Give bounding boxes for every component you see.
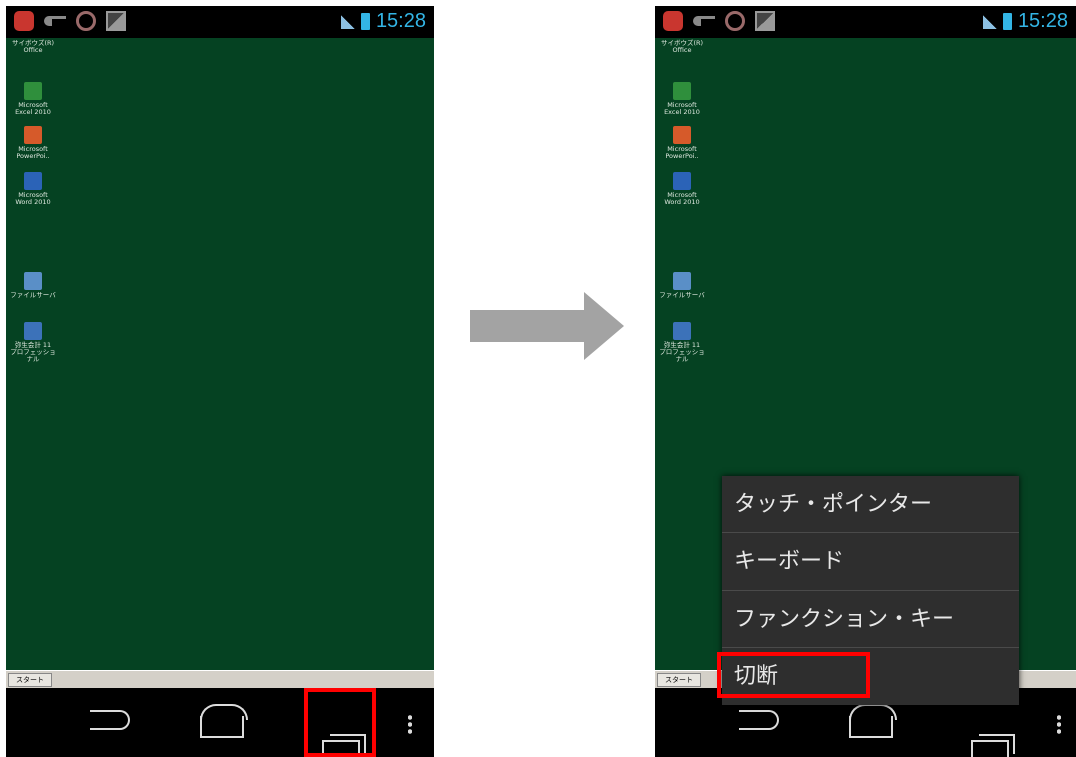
server-icon (673, 272, 691, 290)
desktop-icon-yayoi[interactable]: 弥生会計 11 プロフェッショナル (657, 322, 707, 363)
desktop-icon-powerpoint[interactable]: Microsoft PowerPoi.. (8, 126, 58, 160)
remote-desktop[interactable]: サイボウズ(R) Office Microsoft Excel 2010 Mic… (6, 38, 434, 670)
clock: 15:28 (1017, 10, 1068, 32)
desktop-icon-label: Microsoft Excel 2010 (664, 101, 700, 116)
word-icon (673, 172, 691, 190)
desktop-icon-label: サイボウズ(R) Office (11, 39, 55, 54)
word-icon (24, 172, 42, 190)
desktop-icon-label: Microsoft Word 2010 (664, 191, 700, 206)
status-bar: 15:28 (655, 6, 1076, 38)
desktop-icon-label: 弥生会計 11 プロフェッショナル (10, 341, 56, 363)
desktop-icon-file-server[interactable]: ファイルサーバ (657, 272, 707, 299)
desktop-icon-label: Microsoft Word 2010 (15, 191, 51, 206)
app-notification-icon (663, 11, 683, 31)
phone-screen-before: 15:28 サイボウズ(R) Office Microsoft Excel 20… (6, 6, 434, 757)
desktop-icon-excel[interactable]: Microsoft Excel 2010 (657, 82, 707, 116)
highlight-disconnect (717, 652, 870, 698)
back-icon[interactable] (90, 710, 130, 730)
shield-icon (725, 11, 745, 31)
desktop-icon-label: ファイルサーバ (659, 291, 705, 299)
desktop-icon-label: Microsoft PowerPoi.. (16, 145, 50, 160)
desktop-icon-cybozu[interactable]: サイボウズ(R) Office (657, 40, 707, 54)
desktop-icon-label: サイボウズ(R) Office (660, 39, 704, 54)
desktop-icon-file-server[interactable]: ファイルサーバ (8, 272, 58, 299)
key-icon (44, 16, 66, 26)
back-icon[interactable] (739, 710, 779, 730)
battery-icon (360, 13, 370, 30)
desktop-icon-word[interactable]: Microsoft Word 2010 (8, 172, 58, 206)
desktop-icon-label: 弥生会計 11 プロフェッショナル (659, 341, 705, 363)
clock: 15:28 (375, 10, 426, 32)
desktop-icon-excel[interactable]: Microsoft Excel 2010 (8, 82, 58, 116)
desktop-icon-label: Microsoft PowerPoi.. (665, 145, 699, 160)
overflow-menu-icon[interactable] (408, 714, 412, 734)
signal-icon (340, 14, 355, 29)
desktop-icon-word[interactable]: Microsoft Word 2010 (657, 172, 707, 206)
start-button[interactable]: スタート (8, 673, 52, 687)
desktop-icon-powerpoint[interactable]: Microsoft PowerPoi.. (657, 126, 707, 160)
accounting-icon (24, 322, 42, 340)
server-icon (24, 272, 42, 290)
excel-icon (673, 82, 691, 100)
image-icon (106, 11, 126, 31)
desktop-icon-label: ファイルサーバ (10, 291, 56, 299)
arrow-icon (470, 292, 624, 360)
battery-icon (1002, 13, 1012, 30)
excel-icon (24, 82, 42, 100)
powerpoint-icon (24, 126, 42, 144)
status-bar: 15:28 (6, 6, 434, 38)
signal-icon (982, 14, 997, 29)
shield-icon (76, 11, 96, 31)
desktop-icon-yayoi[interactable]: 弥生会計 11 プロフェッショナル (8, 322, 58, 363)
desktop-icon-label: Microsoft Excel 2010 (15, 101, 51, 116)
highlight-recent-apps (304, 688, 376, 757)
start-button[interactable]: スタート (657, 673, 701, 687)
menu-item-function-keys[interactable]: ファンクション・キー (722, 591, 1019, 648)
windows-taskbar: スタート (6, 670, 434, 688)
menu-item-touch-pointer[interactable]: タッチ・ポインター (722, 476, 1019, 534)
desktop-icon-cybozu[interactable]: サイボウズ(R) Office (8, 40, 58, 54)
accounting-icon (673, 322, 691, 340)
menu-item-keyboard[interactable]: キーボード (722, 533, 1019, 591)
home-icon[interactable] (849, 704, 897, 738)
powerpoint-icon (673, 126, 691, 144)
image-icon (755, 11, 775, 31)
app-notification-icon (14, 11, 34, 31)
home-icon[interactable] (200, 704, 248, 738)
recent-apps-icon[interactable] (971, 734, 1015, 757)
overflow-menu-icon[interactable] (1057, 714, 1061, 734)
key-icon (693, 16, 715, 26)
